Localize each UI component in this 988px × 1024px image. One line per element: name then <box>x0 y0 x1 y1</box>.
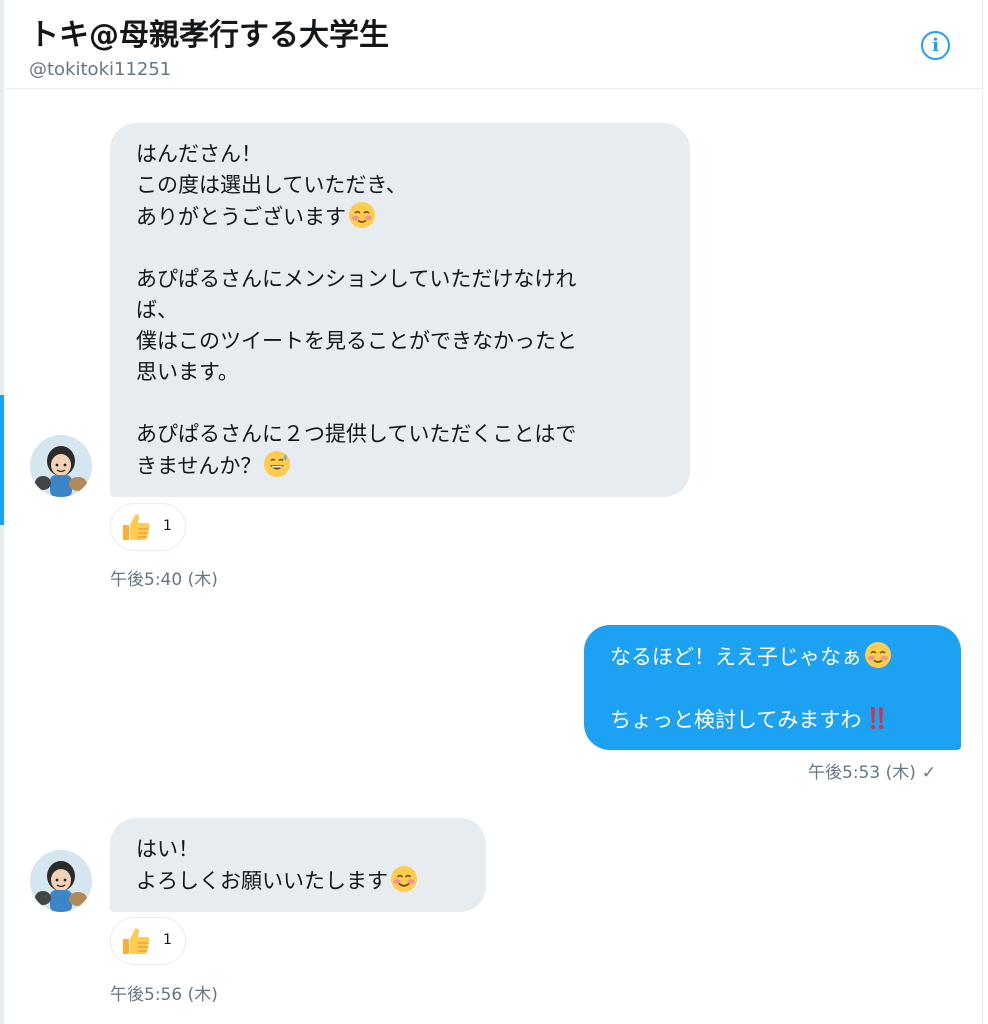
info-icon[interactable]: i <box>921 31 950 60</box>
message-timestamp-row: 午後5:53 (木) ✓ <box>808 758 936 783</box>
message-line <box>136 388 664 419</box>
message-line: ありがとうございます <box>136 201 664 233</box>
message-line: はんださん！ <box>136 142 262 166</box>
avatar-image <box>30 850 92 912</box>
message-bubble-incoming: はい！ よろしくお願いいたします <box>110 818 486 912</box>
double-exclamation-emoji <box>871 707 884 730</box>
smiling-blush-emoji <box>865 642 891 668</box>
message-line: 僕はこのツイートを見ることができなかったと <box>136 329 577 353</box>
message-bubble-incoming: はんださん！ この度は選出していただき、 ありがとうございます あぴぱるさんにメ… <box>110 123 690 497</box>
message-line: きませんか？ <box>136 450 664 482</box>
grinning-sweat-emoji <box>264 451 291 477</box>
reaction-pill[interactable]: 1 <box>110 917 186 965</box>
message-line: ちょっと検討してみますわ <box>610 704 935 736</box>
avatar-image <box>30 435 92 497</box>
message-line <box>136 233 664 264</box>
message-bubble-outgoing: なるほど！ええ子じゃなぁ ちょっと検討してみますわ <box>584 625 961 750</box>
selected-conversation-indicator <box>0 395 4 525</box>
avatar[interactable] <box>30 435 92 497</box>
panel-border <box>982 0 983 1024</box>
thumbs-up-emoji <box>123 514 150 540</box>
message-timestamp: 午後5:56 (木) <box>110 985 218 1005</box>
thumbs-up-emoji <box>123 928 150 954</box>
message-line: はい！ <box>136 837 199 861</box>
smiling-eyes-emoji <box>391 866 417 892</box>
message-line: この度は選出していただき、 <box>136 173 407 197</box>
reaction-count: 1 <box>163 932 172 948</box>
message-timestamp: 午後5:53 (木) <box>808 763 916 783</box>
reaction-count: 1 <box>163 518 172 534</box>
message-line: あぴぱるさんに２つ提供していただくことはで <box>136 422 577 446</box>
user-handle: @tokitoki11251 <box>29 59 172 80</box>
message-line <box>610 673 935 704</box>
message-line: あぴぱるさんにメンションしていただけなけれ <box>136 267 577 291</box>
message-line: ば、 <box>136 298 178 322</box>
conversation-header: トキ@母親孝行する大学生 @tokitoki11251 i <box>5 0 983 89</box>
page-title: トキ@母親孝行する大学生 <box>29 18 389 53</box>
message-timestamp: 午後5:40 (木) <box>110 570 218 590</box>
sent-check-icon: ✓ <box>921 763 937 783</box>
message-line: 思います。 <box>136 360 239 384</box>
reaction-pill[interactable]: 1 <box>110 503 186 551</box>
avatar[interactable] <box>30 850 92 912</box>
smiling-blush-emoji <box>349 202 375 228</box>
message-line: なるほど！ええ子じゃなぁ <box>610 641 935 673</box>
message-line: よろしくお願いいたします <box>136 865 460 897</box>
